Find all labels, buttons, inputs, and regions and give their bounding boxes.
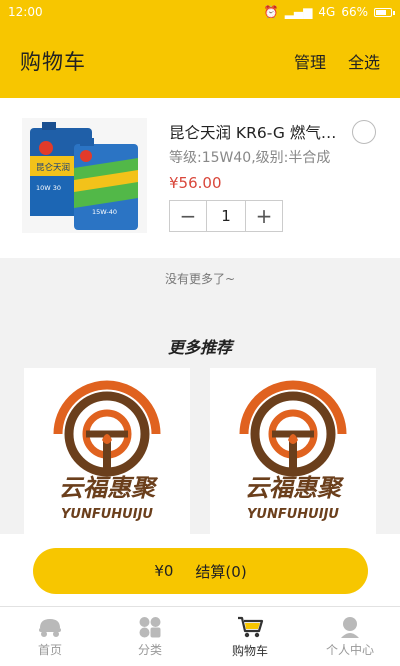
category-icon xyxy=(139,616,161,637)
page-header: 购物车 管理 全选 xyxy=(0,24,400,98)
status-bar: 12:00 ⏰ ▂▄▆ 4G 66% xyxy=(0,0,400,24)
brand-name-cn: 云福惠聚 xyxy=(245,474,345,502)
brand-name-cn: 云福惠聚 xyxy=(59,474,159,502)
page-title: 购物车 xyxy=(20,50,86,74)
cart-item: 昆仑天润 10W 30 15W-40 昆仑天润 KR6-G 燃气发动机油 等级:… xyxy=(0,98,400,258)
home-icon xyxy=(39,618,61,637)
minus-icon: − xyxy=(179,204,197,228)
checkout-label: 结算(0) xyxy=(195,562,247,581)
checkout-bar: ¥0 结算(0) xyxy=(0,534,400,606)
tab-profile[interactable]: 个人中心 xyxy=(300,607,400,666)
item-name[interactable]: 昆仑天润 KR6-G 燃气发动机油 xyxy=(169,121,347,143)
network-type: 4G xyxy=(318,5,336,19)
tab-category[interactable]: 分类 xyxy=(100,607,200,666)
recommend-card[interactable]: 云福惠聚 YUNFUHUIJU xyxy=(24,368,190,538)
battery-level xyxy=(376,9,386,15)
quantity-stepper: − 1 + xyxy=(169,200,283,232)
item-price: ¥56.00 xyxy=(169,174,222,192)
brand-name-en: YUNFUHUIJU xyxy=(247,507,339,522)
tab-cart-label: 购物车 xyxy=(231,643,268,658)
product-image-grade-right: 15W-40 xyxy=(92,208,117,216)
checkout-total: ¥0 xyxy=(154,562,174,580)
no-more-text: 没有更多了~ xyxy=(164,272,236,286)
increase-button[interactable]: + xyxy=(246,201,282,231)
brand-name-en: YUNFUHUIJU xyxy=(61,507,153,522)
product-image[interactable]: 昆仑天润 10W 30 15W-40 xyxy=(22,118,147,233)
battery-icon xyxy=(374,7,395,17)
select-all-button[interactable]: 全选 xyxy=(348,49,380,73)
tab-home-label: 首页 xyxy=(37,642,62,657)
battery-percent: 66% xyxy=(341,5,368,19)
alarm-icon: ⏰ xyxy=(263,5,279,19)
header-actions: 管理 全选 xyxy=(294,49,380,73)
cart-icon xyxy=(238,616,264,637)
signal-icon: ▂▄▆ xyxy=(284,5,313,19)
recommend-card[interactable]: 云福惠聚 YUNFUHUIJU xyxy=(210,368,376,538)
product-image-label: 昆仑天润 xyxy=(36,162,70,173)
brand-logo-icon: 云福惠聚 YUNFUHUIJU xyxy=(239,380,347,522)
bottom-tab-bar: 首页 分类 购物车 个人中心 xyxy=(0,606,400,666)
tab-cart[interactable]: 购物车 xyxy=(200,607,300,666)
decrease-button[interactable]: − xyxy=(170,201,206,231)
checkout-button[interactable]: ¥0 结算(0) xyxy=(33,548,368,594)
tab-profile-label: 个人中心 xyxy=(325,642,374,657)
plus-icon: + xyxy=(255,204,273,228)
manage-button[interactable]: 管理 xyxy=(294,49,326,73)
product-image-grade-left: 10W 30 xyxy=(36,184,61,192)
status-time: 12:00 xyxy=(8,5,43,19)
status-right: ⏰ ▂▄▆ 4G 66% xyxy=(263,5,395,19)
tab-home[interactable]: 首页 xyxy=(0,607,100,666)
brand-logo-icon: 云福惠聚 YUNFUHUIJU xyxy=(53,380,161,522)
tab-category-label: 分类 xyxy=(137,642,162,657)
quantity-value[interactable]: 1 xyxy=(206,201,246,231)
recommend-title: 更多推荐 xyxy=(167,338,232,357)
item-select-checkbox[interactable] xyxy=(352,120,376,144)
item-spec: 等级:15W40,级别:半合成 xyxy=(169,150,331,166)
profile-icon xyxy=(341,616,359,638)
